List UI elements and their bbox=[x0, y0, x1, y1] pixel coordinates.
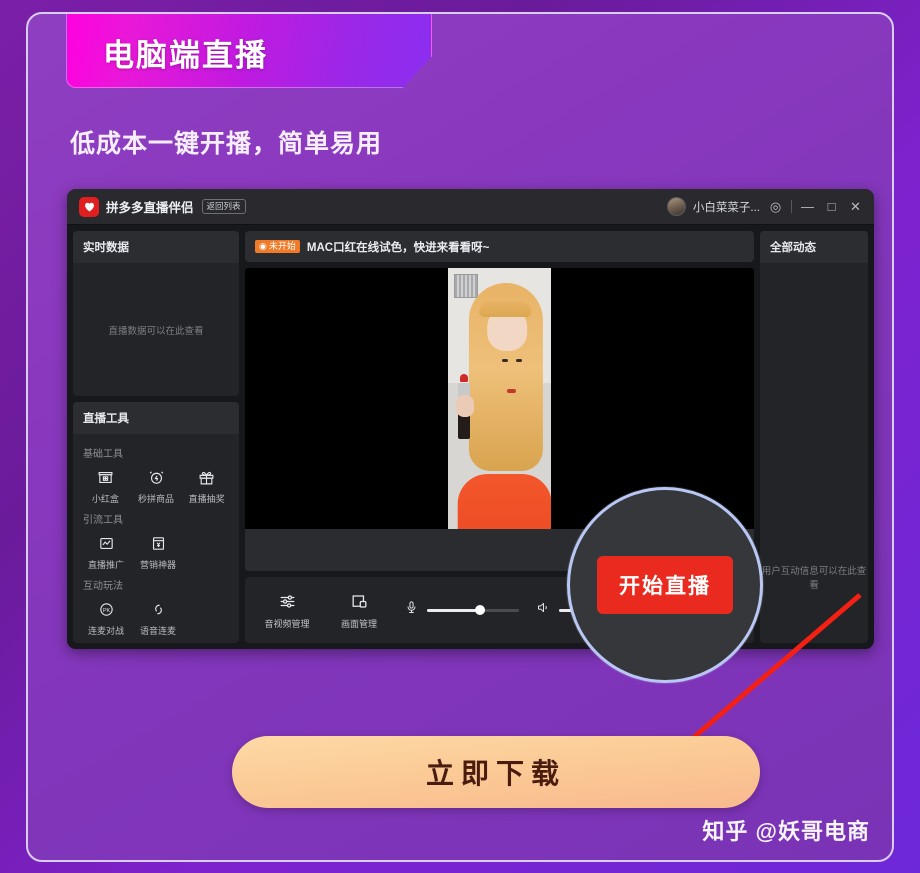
close-icon[interactable]: ✕ bbox=[847, 200, 864, 213]
feed-person-hand bbox=[456, 395, 474, 418]
promo-card: 电脑端直播 低成本一键开播，简单易用 拼多多直播伴侣 返回列表 小白菜菜子...… bbox=[26, 12, 894, 862]
av-manage-label: 音视频管理 bbox=[264, 618, 310, 629]
tool-item-lottery[interactable]: 直播抽奖 bbox=[184, 466, 229, 505]
record-dot-icon: ◉ bbox=[259, 241, 267, 251]
mic-volume-slider[interactable] bbox=[427, 605, 519, 615]
activity-panel-title: 全部动态 bbox=[760, 231, 868, 263]
header-banner: 电脑端直播 bbox=[66, 14, 432, 88]
screen-manage-button[interactable]: 画面管理 bbox=[331, 591, 387, 630]
link-loop-icon bbox=[135, 598, 181, 620]
tool-group-label-traffic: 引流工具 bbox=[83, 515, 123, 526]
tool-label: 直播推广 bbox=[87, 560, 124, 570]
app-titlebar: 拼多多直播伴侣 返回列表 小白菜菜子... ◎ — □ ✕ bbox=[67, 189, 874, 225]
tool-item-promotion[interactable]: 直播推广 bbox=[83, 532, 129, 571]
tool-label: 直播抽奖 bbox=[188, 494, 225, 504]
realtime-panel-hint: 直播数据可以在此查看 bbox=[108, 325, 204, 337]
tool-item-marketing[interactable]: 营销神器 bbox=[135, 532, 181, 571]
feed-vent bbox=[454, 274, 478, 298]
tool-item-voice-chat[interactable]: 语音连麦 bbox=[135, 598, 181, 637]
tool-label: 语音连麦 bbox=[139, 626, 176, 636]
activity-panel-body: 用户互动信息可以在此查看 bbox=[760, 263, 868, 643]
tool-label: 连麦对战 bbox=[87, 626, 124, 636]
tool-item-pk-battle[interactable]: PK 连麦对战 bbox=[83, 598, 129, 637]
mic-slider-fill bbox=[427, 608, 481, 612]
gift-icon bbox=[184, 466, 229, 488]
realtime-data-panel: 实时数据 直播数据可以在此查看 bbox=[73, 231, 239, 396]
screen-manage-label: 画面管理 bbox=[340, 618, 377, 629]
status-badge-label: 未开始 bbox=[268, 241, 296, 251]
mic-volume-group[interactable] bbox=[403, 600, 519, 620]
left-column: 实时数据 直播数据可以在此查看 直播工具 基础工具 小红盒 秒拼商品 直播抽奖 … bbox=[73, 231, 239, 643]
feed-lipstick-tip bbox=[460, 374, 468, 383]
tool-item-flash-deal[interactable]: 秒拼商品 bbox=[134, 466, 179, 505]
feed-person-bangs bbox=[478, 301, 531, 318]
stream-title-bar: ◉ 未开始 MAC口红在线试色，快进来看看呀~ bbox=[245, 231, 754, 262]
feed-lipstick-body bbox=[458, 413, 470, 440]
alarm-clock-icon bbox=[134, 466, 179, 488]
tools-panel-title: 直播工具 bbox=[73, 402, 239, 434]
gear-icon[interactable]: ◎ bbox=[767, 200, 784, 213]
pinduoduo-heart-icon bbox=[79, 196, 99, 217]
feed-person-lips bbox=[506, 389, 516, 394]
tool-group-label-interactive: 互动玩法 bbox=[83, 581, 123, 592]
back-to-list-button[interactable]: 返回列表 bbox=[201, 199, 246, 214]
tool-label: 小红盒 bbox=[91, 494, 119, 504]
realtime-panel-body: 直播数据可以在此查看 bbox=[73, 263, 239, 396]
titlebar-right-group: 小白菜菜子... ◎ — □ ✕ bbox=[666, 197, 864, 216]
maximize-icon[interactable]: □ bbox=[823, 200, 840, 213]
feed-person-eye-left bbox=[501, 358, 508, 362]
minimize-icon[interactable]: — bbox=[799, 200, 816, 213]
banner-title: 电脑端直播 bbox=[103, 38, 268, 73]
titlebar-divider bbox=[791, 200, 792, 213]
tool-row-interactive: PK 连麦对战 语音连麦 bbox=[83, 598, 229, 637]
red-box-icon bbox=[83, 466, 128, 488]
sliders-icon bbox=[259, 591, 315, 613]
pk-circle-icon: PK bbox=[83, 598, 129, 620]
feed-person-eye-right bbox=[515, 358, 522, 362]
tool-label: 营销神器 bbox=[139, 560, 176, 570]
realtime-panel-title: 实时数据 bbox=[73, 231, 239, 263]
screen-layout-icon bbox=[331, 591, 387, 613]
status-badge: ◉ 未开始 bbox=[255, 240, 300, 253]
tool-row-basic: 小红盒 秒拼商品 直播抽奖 bbox=[83, 466, 229, 505]
activity-panel-hint: 用户互动信息可以在此查看 bbox=[761, 566, 867, 591]
tools-panel-body: 基础工具 小红盒 秒拼商品 直播抽奖 引流工具 直播推广 营销神器 互动玩法 P… bbox=[73, 434, 239, 643]
watermark: 知乎 @妖哥电商 bbox=[702, 819, 870, 844]
svg-text:PK: PK bbox=[102, 607, 110, 613]
chart-square-icon bbox=[83, 532, 129, 554]
tool-group-label-basic: 基础工具 bbox=[83, 449, 123, 460]
avatar[interactable] bbox=[666, 197, 686, 216]
av-manage-button[interactable]: 音视频管理 bbox=[259, 591, 315, 630]
app-name-label: 拼多多直播伴侣 bbox=[106, 201, 194, 215]
promo-subtitle: 低成本一键开播，简单易用 bbox=[70, 130, 383, 158]
microphone-icon bbox=[403, 600, 419, 620]
yuan-document-icon bbox=[135, 532, 181, 554]
tool-label: 秒拼商品 bbox=[138, 494, 175, 504]
tool-row-traffic: 直播推广 营销神器 bbox=[83, 532, 229, 571]
user-name-label: 小白菜菜子... bbox=[692, 201, 760, 214]
camera-feed bbox=[448, 268, 551, 571]
stream-title-label[interactable]: MAC口红在线试色，快进来看看呀~ bbox=[307, 239, 489, 255]
speaker-icon bbox=[535, 600, 551, 620]
download-button[interactable]: 立即下载 bbox=[232, 736, 760, 808]
activity-feed-panel: 全部动态 用户互动信息可以在此查看 bbox=[760, 231, 868, 643]
mic-slider-knob[interactable] bbox=[475, 605, 486, 615]
tool-item-red-box[interactable]: 小红盒 bbox=[83, 466, 128, 505]
live-tools-panel: 直播工具 基础工具 小红盒 秒拼商品 直播抽奖 引流工具 直播推广 营销神器 互… bbox=[73, 402, 239, 643]
